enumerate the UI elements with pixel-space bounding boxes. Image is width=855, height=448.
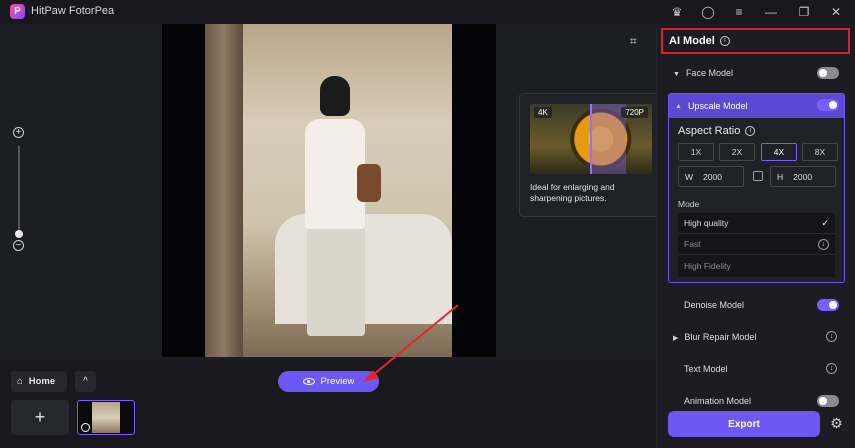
annotation-arrow	[363, 304, 459, 382]
mode-label-high-fidelity: High Fidelity	[684, 260, 731, 271]
mode-label-fast: Fast	[684, 239, 701, 249]
denoise-model-label: Denoise Model	[684, 300, 745, 310]
upscale-tooltip-card: 4K 720P Ideal for enlarging and sharpeni…	[519, 93, 662, 217]
animation-model-toggle[interactable]	[817, 395, 839, 407]
tooltip-description: Ideal for enlarging and sharpening pictu…	[530, 182, 615, 203]
collapse-up-button[interactable]: ^	[75, 371, 96, 392]
zoom-slider-track[interactable]	[18, 146, 20, 234]
title-bar: P HitPaw FotorPea ♛ ◯ ≡ — ❐ ✕	[0, 0, 855, 24]
caret-down-icon: ▼	[673, 71, 680, 78]
mode-item-high-quality[interactable]: High quality ✓	[678, 213, 835, 234]
chevron-up-icon: ^	[83, 376, 88, 387]
restore-icon[interactable]: ❐	[795, 3, 813, 21]
app-title: HitPaw FotorPea	[31, 5, 115, 17]
denoise-model-toggle[interactable]	[817, 299, 839, 311]
caret-right-icon: ▶	[673, 335, 679, 342]
thumbnail-image	[92, 402, 120, 433]
animation-model-label: Animation Model	[684, 396, 752, 406]
mode-title: Mode	[678, 199, 700, 209]
zoom-slider-handle[interactable]	[15, 230, 23, 238]
text-model-row[interactable]: Text Model	[684, 364, 728, 374]
panel-title-highlighted: AI Model i	[661, 28, 850, 54]
close-icon[interactable]: ✕	[827, 3, 845, 21]
height-value: 2000	[793, 171, 813, 182]
app-window: P HitPaw FotorPea ♛ ◯ ≡ — ❐ ✕ ⌗ + − 4K 7…	[0, 0, 855, 448]
home-button[interactable]: ⌂ Home	[11, 371, 67, 392]
lock-icon[interactable]	[753, 171, 763, 181]
photo-bag	[357, 164, 381, 202]
animation-model-row[interactable]: Animation Model	[684, 396, 751, 406]
text-model-label: Text Model	[684, 364, 728, 374]
upscale-model-section: ▲ Upscale Model Aspect Ratio i 1X 2X 4X 8…	[668, 93, 845, 283]
download-icon[interactable]: ↓	[818, 239, 829, 250]
ratio-1x-button[interactable]: 1X	[678, 143, 714, 161]
menu-icon[interactable]: ≡	[730, 3, 748, 21]
gear-icon[interactable]: ⚙	[829, 416, 844, 431]
add-image-button[interactable]: +	[11, 400, 69, 435]
text-model-download-icon[interactable]: ↓	[826, 363, 837, 374]
face-model-toggle[interactable]	[817, 67, 839, 79]
panel-title: AI Model	[669, 35, 715, 47]
ratio-4x-button[interactable]: 4X	[761, 143, 797, 161]
sunflower-comparison-image: 4K 720P	[530, 104, 652, 174]
mode-item-high-fidelity[interactable]: High Fidelity	[678, 255, 835, 276]
preview-label: Preview	[320, 376, 355, 387]
mode-list: High quality ✓ Fast ↓ High Fidelity	[678, 213, 835, 277]
denoise-model-row[interactable]: Denoise Model	[684, 300, 744, 310]
width-field[interactable]: W 2000	[678, 166, 744, 187]
checkmark-icon: ✓	[821, 217, 829, 228]
ratio-8x-button[interactable]: 8X	[802, 143, 838, 161]
blur-repair-model-label: Blur Repair Model	[684, 332, 757, 342]
info-icon[interactable]: i	[719, 36, 730, 46]
app-logo-icon: P	[10, 4, 25, 19]
badge-720p: 720P	[621, 107, 648, 118]
export-label: Export	[728, 418, 760, 430]
upscale-model-label: Upscale Model	[687, 101, 748, 111]
aspect-ratio-title: Aspect Ratio i	[678, 125, 756, 137]
eye-icon	[302, 378, 315, 385]
height-field[interactable]: H 2000	[770, 166, 836, 187]
home-label: Home	[28, 376, 56, 387]
zoom-out-icon[interactable]: −	[13, 240, 24, 251]
image-thumbnail[interactable]	[77, 400, 135, 435]
mode-item-fast[interactable]: Fast ↓	[678, 234, 835, 255]
blur-repair-model-row[interactable]: ▶ Blur Repair Model	[673, 332, 756, 342]
mode-label-high-quality: High quality	[684, 218, 729, 228]
upscale-model-toggle[interactable]	[817, 99, 839, 111]
ratio-2x-button[interactable]: 2X	[719, 143, 755, 161]
crown-icon[interactable]: ♛	[668, 3, 686, 21]
zoom-in-icon[interactable]: +	[13, 127, 24, 138]
crop-icon[interactable]: ⌗	[630, 34, 644, 48]
width-label: W	[685, 171, 694, 182]
comparison-divider	[590, 104, 592, 174]
face-model-label: Face Model	[685, 68, 733, 78]
clock-icon	[81, 423, 90, 432]
width-value: 2000	[703, 171, 722, 182]
user-icon[interactable]: ◯	[699, 3, 717, 21]
plus-icon: +	[34, 407, 46, 427]
minimize-icon[interactable]: —	[762, 3, 780, 21]
home-icon: ⌂	[17, 376, 23, 387]
aspect-ratio-label: Aspect Ratio	[678, 125, 741, 137]
export-button[interactable]: Export	[668, 411, 820, 437]
aspect-ratio-info-icon[interactable]: i	[745, 126, 756, 136]
blur-repair-download-icon[interactable]: ↓	[826, 331, 837, 342]
badge-4k: 4K	[534, 107, 552, 118]
photo-curtain	[205, 24, 243, 357]
caret-up-icon: ▲	[675, 102, 682, 110]
face-model-row[interactable]: ▼ Face Model	[673, 68, 733, 78]
photo-person-body	[305, 119, 365, 229]
photo-person-head	[320, 76, 350, 116]
height-label: H	[777, 171, 784, 182]
